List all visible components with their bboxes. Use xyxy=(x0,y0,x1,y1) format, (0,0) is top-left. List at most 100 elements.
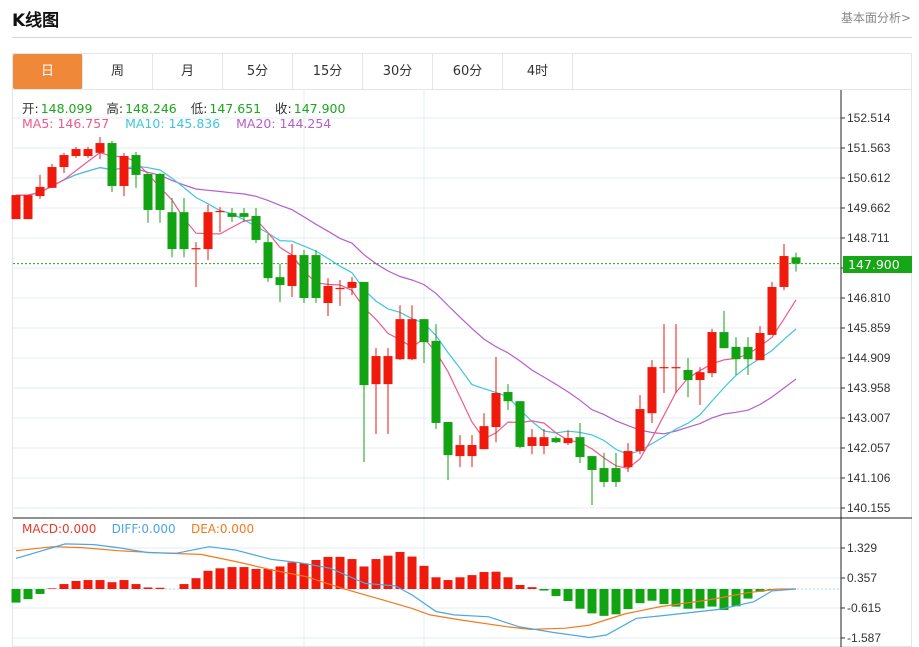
candle-down xyxy=(155,173,165,210)
macd-bar-positive xyxy=(503,577,513,589)
macd-bar-negative xyxy=(11,589,21,603)
low-value: 147.651 xyxy=(209,101,262,116)
candle-up xyxy=(491,392,501,428)
macd-bar-positive xyxy=(395,551,405,589)
macd-bar-positive xyxy=(59,584,69,589)
macd-bar-negative xyxy=(23,589,33,600)
candle-up xyxy=(527,437,537,446)
candle-down xyxy=(683,369,693,381)
candle-up xyxy=(383,356,393,385)
candle-up xyxy=(119,155,129,186)
macd-bar-negative xyxy=(719,589,729,610)
ma-info: MA5: 146.757 MA10: 145.836 MA20: 144.254 xyxy=(22,116,331,131)
close-value: 147.900 xyxy=(293,101,346,116)
candle-down xyxy=(443,422,453,456)
macd-bar-negative xyxy=(623,589,633,610)
candle-down xyxy=(515,401,525,447)
macd-bar-negative xyxy=(647,589,657,601)
candle-up xyxy=(623,451,633,468)
macd-bar-positive xyxy=(287,562,297,589)
macd-bar-positive xyxy=(467,575,477,589)
macd-bar-positive xyxy=(155,587,165,589)
macd-bar-positive xyxy=(131,584,141,589)
candle-down xyxy=(167,212,177,250)
macd-bar-positive xyxy=(107,582,117,589)
candle-up xyxy=(83,149,93,156)
candle-down xyxy=(791,257,801,264)
macd-bar-positive xyxy=(359,566,369,589)
macd-bar-positive xyxy=(443,580,453,589)
macd-bar-positive xyxy=(47,588,57,589)
macd-bar-positive xyxy=(263,568,273,589)
candle-down xyxy=(551,438,561,443)
candle-up xyxy=(191,248,201,250)
macd-bar-positive xyxy=(215,568,225,589)
macd-bar-positive xyxy=(143,587,153,589)
candle-up xyxy=(203,212,213,250)
macd-bar-positive xyxy=(311,559,321,589)
candle-up xyxy=(647,367,657,414)
macd-bar-negative xyxy=(731,589,741,607)
price-tick-label: 145.859 xyxy=(847,321,891,335)
candle-up xyxy=(395,319,405,360)
macd-bar-positive xyxy=(383,555,393,589)
candle-up xyxy=(47,167,57,188)
candle-down xyxy=(743,346,753,360)
macd-bar-negative xyxy=(551,589,561,597)
candle-up xyxy=(755,333,765,361)
candle-down xyxy=(587,456,597,470)
candle-up xyxy=(23,195,33,220)
candle-down xyxy=(251,215,261,240)
ma10-value: MA10: 145.836 xyxy=(125,116,221,131)
macd-bar-positive xyxy=(347,559,357,589)
macd-bar-positive xyxy=(227,567,237,589)
candle-down xyxy=(503,392,513,402)
macd-bar-positive xyxy=(95,580,105,589)
macd-bar-negative xyxy=(707,589,717,607)
macd-bar-positive xyxy=(515,584,525,589)
macd-bar-positive xyxy=(431,577,441,589)
macd-bar-positive xyxy=(71,580,81,589)
price-tick-label: 150.612 xyxy=(847,171,891,185)
macd-bar-positive xyxy=(455,577,465,589)
candle-up xyxy=(71,149,81,156)
macd-value: MACD:0.000 xyxy=(22,522,97,536)
candle-up xyxy=(563,438,573,444)
macd-bar-negative xyxy=(683,589,693,609)
macd-bar-positive xyxy=(527,587,537,589)
macd-bar-positive xyxy=(419,565,429,589)
candle-down xyxy=(299,255,309,298)
macd-bar-negative xyxy=(563,589,573,602)
candle-down xyxy=(731,346,741,360)
macd-bar-positive xyxy=(491,571,501,589)
price-tick-label: 148.711 xyxy=(847,231,890,245)
macd-bar-positive xyxy=(83,580,93,589)
ma20-value: MA20: 144.254 xyxy=(236,116,332,131)
candle-up xyxy=(287,255,297,287)
price-tick-label: 143.007 xyxy=(847,411,891,425)
candle-down xyxy=(359,281,369,386)
macd-bar-negative xyxy=(575,589,585,609)
candle-up xyxy=(323,286,333,304)
macd-bar-negative xyxy=(35,589,45,594)
close-label: 收: xyxy=(275,101,292,116)
dea-value: DEA:0.000 xyxy=(190,522,255,536)
open-label: 开: xyxy=(22,101,39,116)
macd-tick-label: -0.615 xyxy=(847,601,881,615)
candle-down xyxy=(311,255,321,298)
macd-bar-negative xyxy=(599,589,609,616)
ma5-value: MA5: 146.757 xyxy=(22,116,110,131)
macd-bar-negative xyxy=(611,589,621,615)
candle-up xyxy=(779,256,789,287)
candle-up xyxy=(215,210,225,213)
macd-bar-positive xyxy=(407,556,417,589)
candle-down xyxy=(275,277,285,286)
macd-tick-label: -1.587 xyxy=(847,631,881,645)
macd-bar-positive xyxy=(275,566,285,589)
candle-up xyxy=(35,186,45,197)
candle-up xyxy=(335,287,345,290)
candle-down xyxy=(107,143,117,186)
price-tick-label: 140.155 xyxy=(847,501,891,515)
ma5-line xyxy=(16,151,797,470)
candle-down xyxy=(575,437,585,458)
